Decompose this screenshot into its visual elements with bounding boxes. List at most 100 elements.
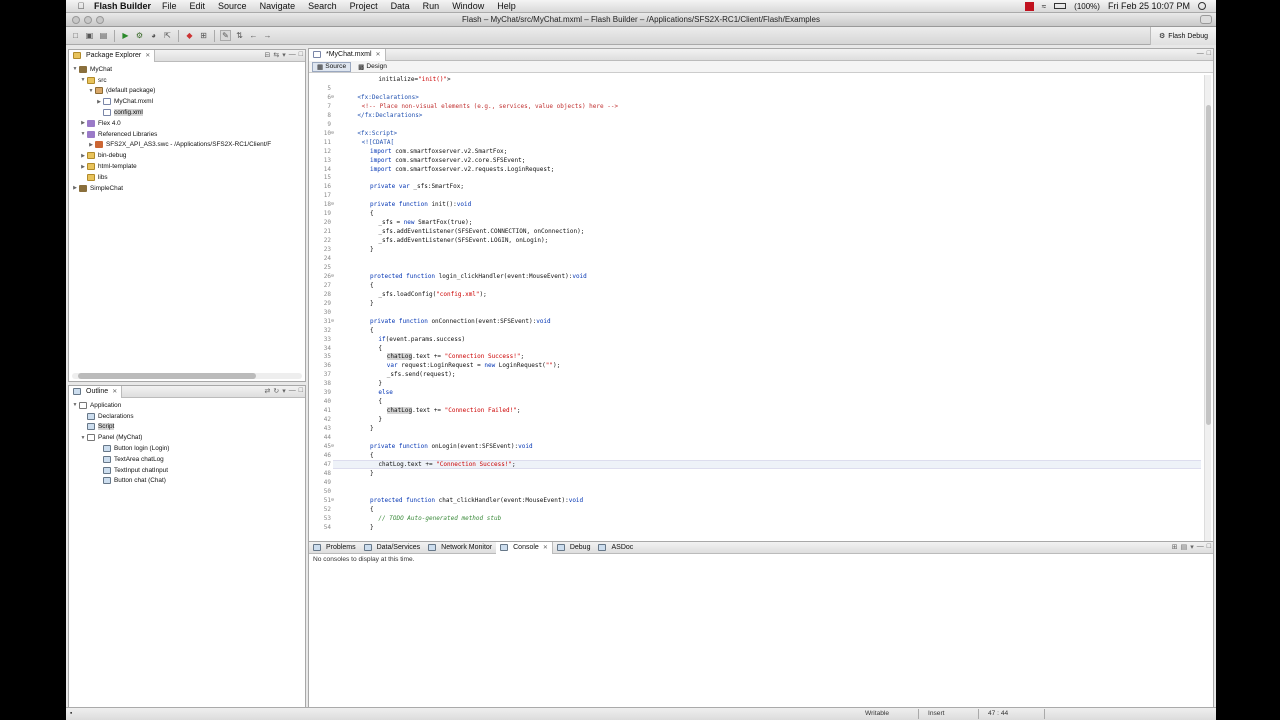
- code-line[interactable]: import com.smartfoxserver.v2.core.SFSEve…: [370, 157, 525, 164]
- tab-package-explorer[interactable]: Package Explorer ✕: [69, 49, 156, 62]
- close-icon[interactable]: ✕: [543, 544, 548, 551]
- outline-node-textarea[interactable]: TextArea chatLog: [71, 454, 305, 465]
- minimize-icon[interactable]: —: [289, 387, 296, 395]
- minimize-window-button[interactable]: [84, 16, 92, 24]
- view-menu-icon[interactable]: ▾: [1190, 543, 1194, 551]
- design-mode-button[interactable]: ▩ Design: [353, 62, 392, 72]
- code-line[interactable]: chatLog.text += "Connection Success!";: [386, 353, 524, 361]
- minimize-icon[interactable]: —: [289, 51, 296, 59]
- apple-icon[interactable]: : [74, 1, 88, 11]
- collapsed-arrow-icon[interactable]: ▶: [71, 185, 79, 191]
- code-line[interactable]: </fx:Declarations>: [357, 112, 422, 119]
- code-line[interactable]: _sfs = new SmartFox(true);: [378, 219, 472, 226]
- sync-icon[interactable]: ↻: [273, 387, 279, 395]
- outline-node-textinput[interactable]: TextInput chatInput: [71, 465, 305, 476]
- code-line[interactable]: {: [378, 345, 382, 352]
- close-window-button[interactable]: [72, 16, 80, 24]
- print-icon[interactable]: ▤: [98, 30, 109, 41]
- code-line[interactable]: }: [370, 524, 374, 531]
- tree-node-html-template[interactable]: ▶ html-template: [71, 161, 305, 172]
- sort-icon[interactable]: ⇄: [265, 387, 271, 395]
- debug-icon[interactable]: ⚙: [134, 30, 145, 41]
- minimize-icon[interactable]: —: [1197, 543, 1204, 551]
- wifi-icon[interactable]: ≈: [1042, 2, 1046, 11]
- save-icon[interactable]: ▣: [84, 30, 95, 41]
- annotation-icon[interactable]: ⇅: [234, 30, 245, 41]
- open-type-icon[interactable]: ⊞: [198, 30, 209, 41]
- tab-network-monitor[interactable]: Network Monitor: [424, 542, 496, 554]
- perspective-switcher[interactable]: ⚙ Flash Debug: [1150, 27, 1216, 45]
- fold-toggle-icon[interactable]: ⊖: [331, 443, 337, 449]
- maximize-icon[interactable]: □: [299, 387, 303, 395]
- menu-navigate[interactable]: Navigate: [260, 1, 296, 11]
- code-line[interactable]: {: [378, 398, 382, 405]
- profile-icon[interactable]: ◕: [148, 30, 159, 41]
- minimize-icon[interactable]: —: [1197, 50, 1204, 57]
- tree-node-simplechat[interactable]: ▶ SimpleChat: [71, 183, 305, 194]
- code-line[interactable]: {: [370, 210, 374, 217]
- collapsed-arrow-icon[interactable]: ▶: [87, 142, 95, 148]
- tab-asdoc[interactable]: ASDoc: [594, 542, 637, 554]
- expanded-arrow-icon[interactable]: ▼: [71, 66, 79, 72]
- toolbar-toggle-button[interactable]: [1200, 15, 1212, 24]
- menu-window[interactable]: Window: [452, 1, 484, 11]
- tree-node-flex-sdk[interactable]: ▶ Flex 4.0: [71, 118, 305, 129]
- code-line[interactable]: <!-- Place non-visual elements (e.g., se…: [362, 103, 618, 110]
- tree-node-default-package[interactable]: ▼ (default package): [71, 86, 305, 97]
- tree-node-referenced-libraries[interactable]: ▼ Referenced Libraries: [71, 129, 305, 140]
- code-line[interactable]: initialize="init()">: [378, 76, 450, 83]
- open-console-icon[interactable]: ⊞: [1172, 543, 1178, 551]
- flag-icon[interactable]: [1024, 1, 1034, 11]
- fold-toggle-icon[interactable]: ⊖: [331, 273, 337, 279]
- collapsed-arrow-icon[interactable]: ▶: [79, 164, 87, 170]
- clock[interactable]: Fri Feb 25 10:07 PM: [1108, 1, 1190, 11]
- outline-node-script[interactable]: Script: [71, 422, 305, 433]
- maximize-icon[interactable]: □: [1207, 543, 1211, 551]
- back-icon[interactable]: ←: [248, 30, 259, 41]
- tree-node-swc[interactable]: ▶ SFS2X_API_AS3.swc - /Applications/SFS2X…: [71, 140, 305, 151]
- link-editor-icon[interactable]: ⇆: [273, 51, 279, 59]
- tree-node-libs[interactable]: libs: [71, 172, 305, 183]
- code-line[interactable]: <fx:Declarations>: [357, 94, 418, 101]
- tab-debug[interactable]: Debug: [553, 542, 595, 554]
- code-line[interactable]: import com.smartfoxserver.v2.requests.Lo…: [370, 166, 554, 173]
- code-line[interactable]: }: [370, 300, 374, 307]
- tab-data-services[interactable]: Data/Services: [360, 542, 425, 554]
- code-line[interactable]: <![CDATA[: [362, 139, 395, 146]
- code-line[interactable]: }: [378, 416, 382, 423]
- spotlight-icon[interactable]: [1198, 2, 1206, 10]
- code-line[interactable]: protected function login_clickHandler(ev…: [370, 273, 587, 280]
- view-menu-icon[interactable]: ▾: [282, 387, 286, 395]
- tree-node-mychat-mxml[interactable]: ▶ MyChat.mxml: [71, 96, 305, 107]
- expanded-arrow-icon[interactable]: ▼: [79, 77, 87, 83]
- code-line[interactable]: }: [370, 470, 374, 477]
- fold-toggle-icon[interactable]: ⊖: [331, 130, 337, 136]
- menu-edit[interactable]: Edit: [190, 1, 206, 11]
- code-line[interactable]: import com.smartfoxserver.v2.SmartFox;: [370, 148, 507, 155]
- expanded-arrow-icon[interactable]: ▼: [79, 435, 87, 441]
- code-line[interactable]: }: [370, 425, 374, 432]
- export-icon[interactable]: ⇱: [162, 30, 173, 41]
- scrollbar-thumb[interactable]: [78, 373, 256, 379]
- menu-source[interactable]: Source: [218, 1, 247, 11]
- code-line[interactable]: if(event.params.success): [378, 336, 465, 343]
- tab-mychat-mxml[interactable]: *MyChat.mxml ✕: [309, 48, 386, 61]
- code-line[interactable]: {: [370, 452, 374, 459]
- menu-project[interactable]: Project: [350, 1, 378, 11]
- code-line[interactable]: _sfs.loadConfig("config.xml");: [378, 291, 486, 298]
- code-line[interactable]: }: [370, 246, 374, 253]
- close-icon[interactable]: ✕: [145, 52, 150, 59]
- tree-node-mychat[interactable]: ▼ MyChat: [71, 64, 305, 75]
- fold-toggle-icon[interactable]: ⊖: [331, 497, 337, 503]
- code-line[interactable]: private function onLogin(event:SFSEvent)…: [370, 443, 533, 450]
- new-project-icon[interactable]: ◆: [184, 30, 195, 41]
- code-line[interactable]: }: [378, 380, 382, 387]
- outline-node-button-login[interactable]: Button login (Login): [71, 443, 305, 454]
- collapsed-arrow-icon[interactable]: ▶: [79, 120, 87, 126]
- code-line[interactable]: {: [370, 327, 374, 334]
- tree-node-config-xml[interactable]: config.xml: [71, 107, 305, 118]
- new-icon[interactable]: □: [70, 30, 81, 41]
- tab-outline[interactable]: Outline ✕: [69, 385, 123, 398]
- tab-problems[interactable]: Problems: [309, 542, 360, 554]
- code-line[interactable]: chatLog.text += "Connection Success!";: [378, 461, 515, 468]
